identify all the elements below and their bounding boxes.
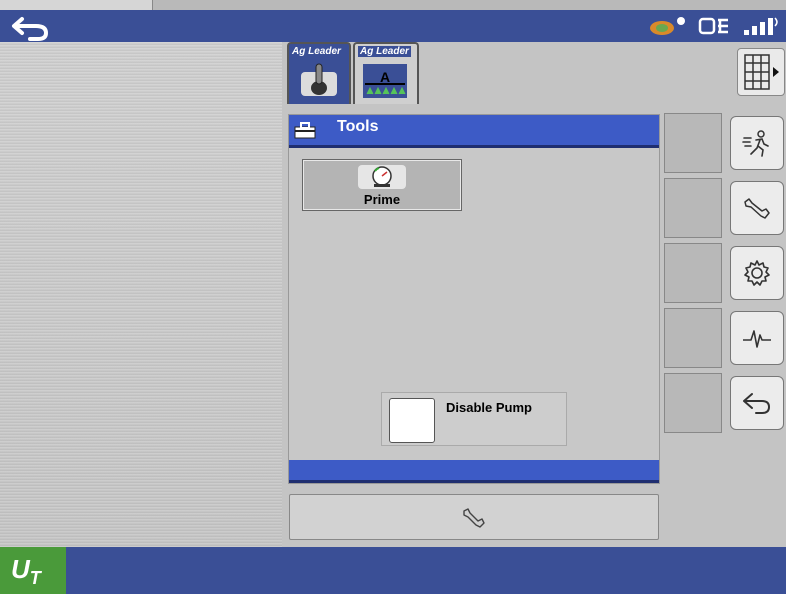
tab-label: Ag Leader xyxy=(292,46,341,57)
diagnostics-icon xyxy=(743,330,771,348)
signal-strength-icon[interactable] xyxy=(742,16,780,36)
tools-panel: Tools Prime Disable Pump xyxy=(288,114,660,484)
empty-slot xyxy=(664,113,722,173)
status-icons xyxy=(648,14,780,38)
svg-text:A: A xyxy=(380,69,390,85)
run-icon xyxy=(742,130,769,157)
grid-menu-icon xyxy=(744,54,779,90)
wrench-icon xyxy=(463,508,485,528)
back-arrow-icon xyxy=(743,393,770,414)
tools-footer xyxy=(289,460,659,483)
bottom-bar xyxy=(0,547,786,594)
disable-pump-checkbox[interactable] xyxy=(389,398,435,443)
disable-pump-label: Disable Pump xyxy=(446,400,532,415)
wrench-icon xyxy=(744,198,770,219)
side-back-button[interactable] xyxy=(730,376,784,430)
wrench-button[interactable] xyxy=(289,494,659,540)
disable-pump-toggle[interactable]: Disable Pump xyxy=(381,392,567,446)
run-button[interactable] xyxy=(730,116,784,170)
ut-badge[interactable]: UT xyxy=(0,547,66,594)
tab-switch-config[interactable]: Ag Leader xyxy=(287,42,351,104)
empty-slot xyxy=(664,178,722,238)
back-arrow-icon xyxy=(12,17,48,41)
tab-label: Ag Leader xyxy=(358,46,411,57)
empty-slot xyxy=(664,243,722,303)
prime-button[interactable]: Prime xyxy=(302,159,462,211)
gps-satellite-icon[interactable] xyxy=(648,16,688,36)
pressure-gauge-icon xyxy=(358,165,406,189)
settings-gear-icon xyxy=(744,260,770,286)
grid-menu-button[interactable] xyxy=(737,48,785,96)
empty-slot xyxy=(664,308,722,368)
diagnostics-button[interactable] xyxy=(730,311,784,365)
settings-button[interactable] xyxy=(730,246,784,300)
toggle-switch-icon xyxy=(301,63,337,96)
back-button[interactable] xyxy=(2,12,62,42)
empty-slot xyxy=(664,373,722,433)
connection-icon[interactable] xyxy=(698,16,732,36)
tools-header: Tools xyxy=(289,115,659,148)
prime-label: Prime xyxy=(363,192,401,207)
tab-sprayer-config[interactable]: Ag Leader A xyxy=(353,42,419,104)
ut-logo: UT xyxy=(11,554,41,589)
wrench-side-button[interactable] xyxy=(730,181,784,235)
tools-title: Tools xyxy=(337,118,379,135)
toolbox-icon xyxy=(294,122,316,139)
sprayer-boom-icon: A xyxy=(363,64,407,98)
left-panel xyxy=(0,42,282,547)
